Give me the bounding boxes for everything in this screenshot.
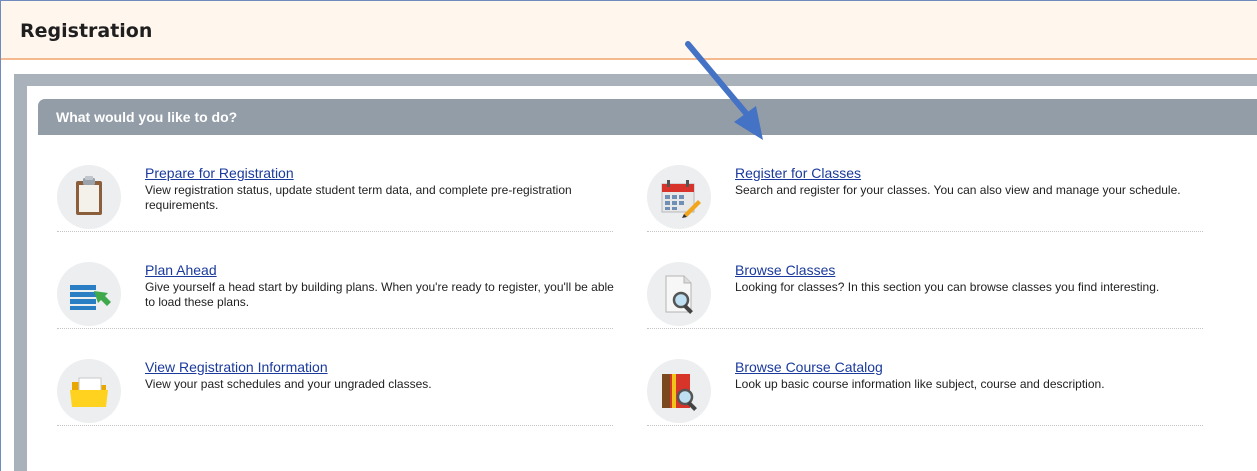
browse-catalog-description: Look up basic course information like su… [735, 377, 1105, 391]
plan-ahead-description: Give yourself a head start by building p… [145, 280, 614, 309]
divider [57, 328, 613, 329]
register-classes-link[interactable]: Register for Classes [735, 165, 861, 181]
register-classes-description: Search and register for your classes. Yo… [735, 183, 1181, 197]
view-registration-info-description: View your past schedules and your ungrad… [145, 377, 432, 391]
action-view-registration-info[interactable]: View Registration Information View your … [57, 359, 617, 439]
annotation-arrow-icon [685, 41, 763, 140]
book-search-icon [647, 359, 711, 423]
panel-header: What would you like to do? [38, 99, 1257, 135]
document-search-icon [647, 262, 711, 326]
clipboard-icon [57, 165, 121, 229]
view-registration-info-link[interactable]: View Registration Information [145, 359, 328, 375]
action-browse-catalog[interactable]: Browse Course Catalog Look up basic cour… [647, 359, 1207, 439]
calendar-icon [647, 165, 711, 229]
page-header: Registration [1, 1, 1257, 60]
prepare-registration-description: View registration status, update student… [145, 183, 572, 212]
browse-catalog-link[interactable]: Browse Course Catalog [735, 359, 883, 375]
divider [647, 231, 1203, 232]
folder-icon [57, 359, 121, 423]
divider [57, 231, 613, 232]
action-prepare-registration[interactable]: Prepare for Registration View registrati… [57, 165, 617, 245]
divider [57, 425, 613, 426]
page-title: Registration [20, 20, 153, 42]
action-register-classes[interactable]: Register for Classes Search and register… [647, 165, 1207, 245]
action-browse-classes[interactable]: Browse Classes Looking for classes? In t… [647, 262, 1207, 342]
browse-classes-link[interactable]: Browse Classes [735, 262, 835, 278]
divider [647, 328, 1203, 329]
plan-ahead-link[interactable]: Plan Ahead [145, 262, 217, 278]
browse-classes-description: Looking for classes? In this section you… [735, 280, 1160, 294]
divider [647, 425, 1203, 426]
action-plan-ahead[interactable]: Plan Ahead Give yourself a head start by… [57, 262, 617, 342]
panel-title: What would you like to do? [56, 109, 238, 125]
prepare-registration-link[interactable]: Prepare for Registration [145, 165, 294, 181]
list-arrow-icon [57, 262, 121, 326]
